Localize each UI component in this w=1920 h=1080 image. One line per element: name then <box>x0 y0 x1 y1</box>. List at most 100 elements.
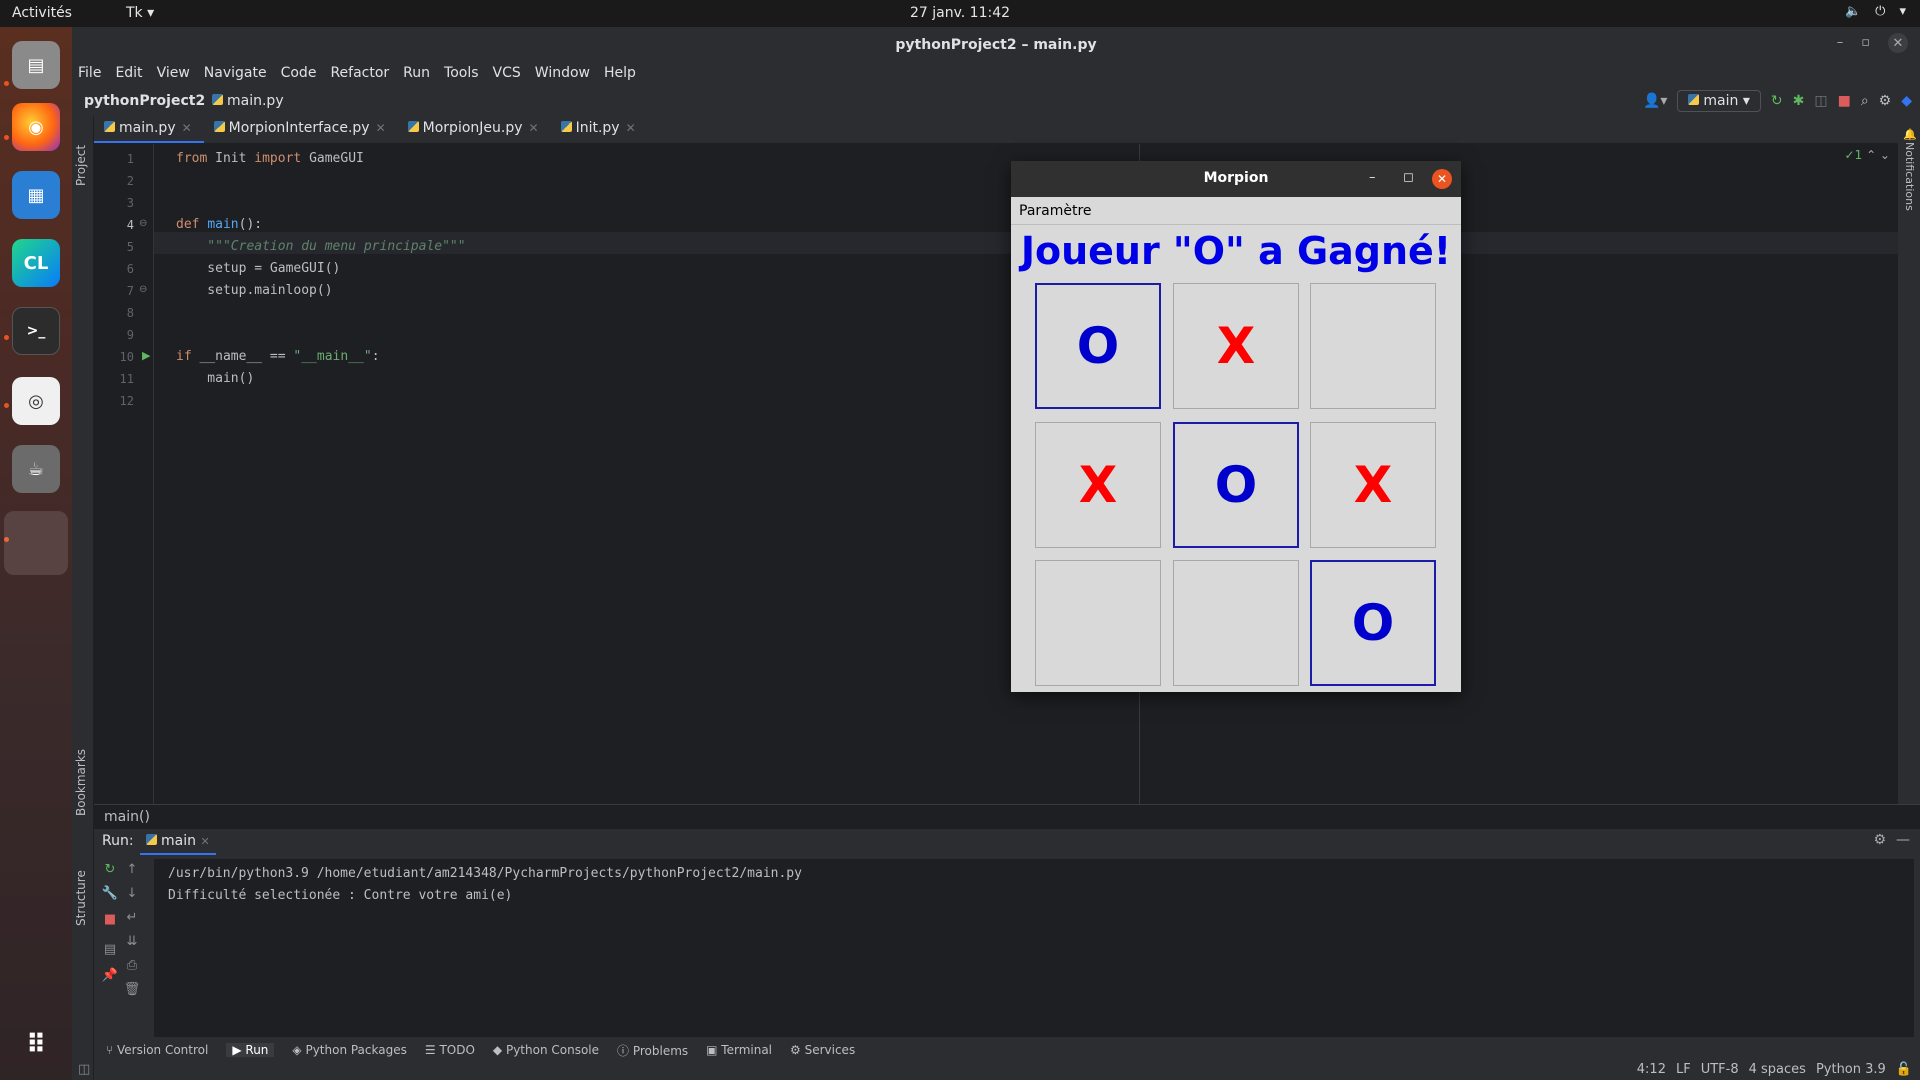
structure-tool-button[interactable]: Structure <box>74 870 88 926</box>
up-arrow-icon[interactable]: ↑ <box>124 861 140 877</box>
run-tab-main[interactable]: main ✕ <box>140 833 216 855</box>
board-cell[interactable]: X <box>1310 422 1436 548</box>
maximize-icon[interactable]: ▫ <box>1861 35 1870 53</box>
files-icon[interactable]: ▤ <box>12 41 60 89</box>
bookmarks-tool-button[interactable]: Bookmarks <box>74 749 88 816</box>
user-icon[interactable]: 👤▾ <box>1643 93 1667 109</box>
project-tool-button[interactable]: Project <box>74 145 88 186</box>
debug-icon[interactable]: ✱ <box>1793 93 1805 109</box>
close-tab-icon[interactable]: ✕ <box>529 121 539 135</box>
panel-toggle-icon[interactable]: ◫ <box>78 1062 90 1077</box>
terminal-icon[interactable]: >_ <box>12 307 60 355</box>
tool-version-control[interactable]: ⑂ Version Control <box>106 1043 208 1057</box>
tab-morpionjeu-py[interactable]: MorpionJeu.py ✕ <box>398 116 551 143</box>
coverage-icon[interactable]: ◫ <box>1814 93 1827 109</box>
board-cell[interactable]: O <box>1310 560 1436 686</box>
maximize-icon[interactable]: ◻ <box>1403 170 1414 185</box>
search-icon[interactable]: ⌕ <box>1861 93 1869 109</box>
menu-code[interactable]: Code <box>281 65 317 87</box>
writer-icon[interactable]: ▦ <box>12 171 60 219</box>
code-editor[interactable]: 1 2 3 4 5 6 7 8 9 10 11 12 ▶ ⊖ ⊖ from In… <box>94 144 1898 804</box>
layout-icon[interactable]: ▤ <box>102 941 118 957</box>
code-breadcrumb[interactable]: main() <box>94 804 1920 828</box>
tool-problems[interactable]: ⓘ Problems <box>617 1042 688 1059</box>
clock[interactable]: 27 janv. 11:42 <box>0 5 1920 21</box>
firefox-icon[interactable]: ◉ <box>12 103 60 151</box>
close-tab-icon[interactable]: ✕ <box>182 121 192 135</box>
document-viewer-icon[interactable]: ◎ <box>12 377 60 425</box>
minimize-icon[interactable]: – <box>1369 170 1376 185</box>
fold-icon[interactable]: ⊖ <box>139 284 147 295</box>
fold-icon[interactable]: ⊖ <box>139 218 147 229</box>
menu-file[interactable]: File <box>78 65 101 87</box>
bell-icon[interactable]: 🔔 <box>1903 128 1917 141</box>
menu-run[interactable]: Run <box>403 65 430 87</box>
down-arrow-icon[interactable]: ↓ <box>124 885 140 901</box>
line-separator[interactable]: LF <box>1676 1062 1691 1077</box>
menu-window[interactable]: Window <box>535 65 590 87</box>
clion-icon[interactable]: CL <box>12 239 60 287</box>
breadcrumb-file[interactable]: main.py <box>212 93 284 109</box>
indent-setting[interactable]: 4 spaces <box>1749 1062 1806 1077</box>
menu-vcs[interactable]: VCS <box>493 65 521 87</box>
stop-icon[interactable]: ■ <box>1838 93 1851 109</box>
tool-run[interactable]: ▶ Run <box>226 1043 275 1057</box>
pin-icon[interactable]: 📌 <box>102 967 118 983</box>
close-icon[interactable]: ✕ <box>1888 33 1908 53</box>
hide-panel-icon[interactable]: — <box>1896 832 1910 848</box>
code-token: (): <box>238 217 263 232</box>
rerun-icon[interactable]: ↻ <box>1771 93 1783 109</box>
board-cell[interactable]: X <box>1173 283 1299 409</box>
close-tab-icon[interactable]: ✕ <box>200 835 209 848</box>
menu-edit[interactable]: Edit <box>115 65 142 87</box>
python-app-icon[interactable] <box>4 511 68 575</box>
run-gutter-icon[interactable]: ▶ <box>142 349 150 362</box>
jetbrains-icon[interactable]: ◆ <box>1901 93 1912 109</box>
java-icon[interactable]: ☕ <box>12 445 60 493</box>
file-encoding[interactable]: UTF-8 <box>1701 1062 1739 1077</box>
board-cell[interactable]: O <box>1173 422 1299 548</box>
board-cell[interactable] <box>1035 560 1161 686</box>
tool-python-packages[interactable]: ◈ Python Packages <box>292 1043 406 1057</box>
board-cell[interactable] <box>1310 283 1436 409</box>
gear-icon[interactable]: ⚙ <box>1873 832 1886 848</box>
stop-icon[interactable]: ■ <box>102 911 118 927</box>
board-cell[interactable]: O <box>1035 283 1161 409</box>
python-interpreter[interactable]: Python 3.9 <box>1816 1062 1886 1077</box>
close-tab-icon[interactable]: ✕ <box>626 121 636 135</box>
rerun-icon[interactable]: ↻ <box>102 861 118 877</box>
minimize-icon[interactable]: – <box>1837 35 1844 53</box>
menu-tools[interactable]: Tools <box>444 65 479 87</box>
caret-position[interactable]: 4:12 <box>1637 1062 1666 1077</box>
notifications-tool-button[interactable]: Notifications <box>1903 142 1916 211</box>
gear-icon[interactable]: ⚙ <box>1879 93 1892 109</box>
menu-refactor[interactable]: Refactor <box>330 65 389 87</box>
wrench-icon[interactable]: 🔧 <box>102 885 118 901</box>
print-icon[interactable]: ⎙ <box>124 957 140 973</box>
tool-terminal[interactable]: ▣ Terminal <box>706 1043 772 1057</box>
show-apps-icon[interactable]: ⠿ <box>12 1021 60 1069</box>
system-tray[interactable]: 🔈 ⏻ ▾ <box>1845 4 1906 19</box>
soft-wrap-icon[interactable]: ↵ <box>124 909 140 925</box>
tool-services[interactable]: ⚙ Services <box>790 1043 855 1057</box>
menu-parametre[interactable]: Paramètre <box>1019 203 1092 219</box>
tool-todo[interactable]: ☰ TODO <box>425 1043 475 1057</box>
menu-help[interactable]: Help <box>604 65 636 87</box>
tab-morpioninterface-py[interactable]: MorpionInterface.py ✕ <box>204 116 398 143</box>
tab-init-py[interactable]: Init.py ✕ <box>551 116 648 143</box>
run-console[interactable]: /usr/bin/python3.9 /home/etudiant/am2143… <box>154 859 1914 1037</box>
breadcrumb-project[interactable]: pythonProject2 <box>84 93 205 109</box>
lock-icon[interactable]: 🔓 <box>1896 1062 1912 1077</box>
menu-navigate[interactable]: Navigate <box>204 65 267 87</box>
close-tab-icon[interactable]: ✕ <box>376 121 386 135</box>
trash-icon[interactable]: 🗑 <box>124 981 141 997</box>
inspection-widget[interactable]: ✓1 ⌃ ⌄ <box>1845 148 1890 162</box>
board-cell[interactable] <box>1173 560 1299 686</box>
tool-python-console[interactable]: ◆ Python Console <box>493 1043 599 1057</box>
menu-view[interactable]: View <box>157 65 190 87</box>
board-cell[interactable]: X <box>1035 422 1161 548</box>
close-icon[interactable]: ✕ <box>1432 169 1452 189</box>
scroll-to-end-icon[interactable]: ⇊ <box>124 933 140 949</box>
tab-main-py[interactable]: main.py ✕ <box>94 116 204 143</box>
run-config-selector[interactable]: main ▾ <box>1677 90 1761 112</box>
